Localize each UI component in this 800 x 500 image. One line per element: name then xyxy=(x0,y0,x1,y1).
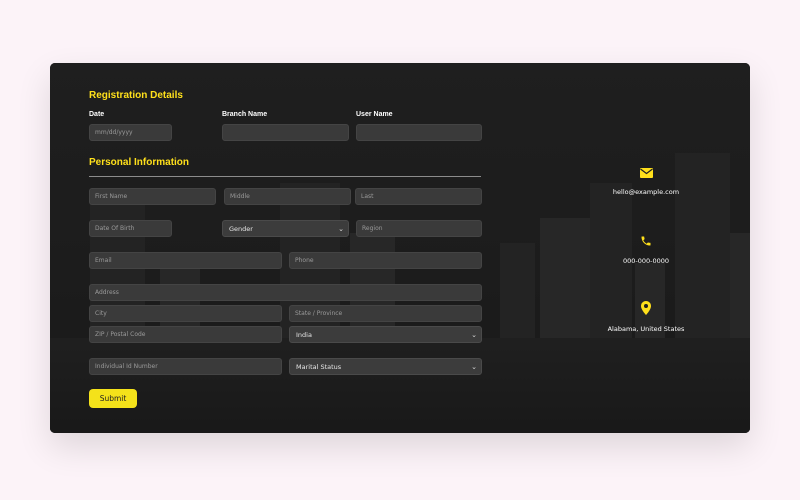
chevron-down-icon: ⌄ xyxy=(471,330,477,339)
user-name-label: User Name xyxy=(356,111,393,118)
marital-status-select[interactable]: Marital Status ⌄ xyxy=(289,358,482,375)
last-name-input[interactable]: Last xyxy=(355,188,482,205)
country-select[interactable]: India ⌄ xyxy=(289,326,482,343)
date-input[interactable]: mm/dd/yyyy xyxy=(89,124,172,141)
chevron-down-icon: ⌄ xyxy=(471,362,477,371)
address-input[interactable]: Address xyxy=(89,284,482,301)
phone-icon xyxy=(641,236,651,246)
gender-select[interactable]: Gender ⌄ xyxy=(222,220,349,237)
phone-input[interactable]: Phone xyxy=(289,252,482,269)
contact-email: hello@example.com xyxy=(596,168,696,196)
registration-heading: Registration Details xyxy=(89,90,183,101)
zip-input[interactable]: ZIP / Postal Code xyxy=(89,326,282,343)
envelope-icon xyxy=(639,168,653,178)
contact-location: Alabama, United States xyxy=(596,301,696,333)
contact-email-text: hello@example.com xyxy=(612,188,680,196)
location-pin-icon xyxy=(641,301,651,315)
branch-name-label: Branch Name xyxy=(222,111,268,118)
date-label: Date xyxy=(89,111,105,118)
registration-card: Registration Details Date Branch Name Us… xyxy=(50,63,750,433)
contact-location-text: Alabama, United States xyxy=(607,325,685,333)
middle-name-input[interactable]: Middle xyxy=(224,188,351,205)
individual-id-input[interactable]: Individual Id Number xyxy=(89,358,282,375)
user-name-input[interactable] xyxy=(356,124,482,141)
date-of-birth-input[interactable]: Date Of Birth xyxy=(89,220,172,237)
section-divider xyxy=(89,176,481,177)
personal-information-heading: Personal Information xyxy=(89,157,190,168)
chevron-down-icon: ⌄ xyxy=(338,224,344,233)
state-input[interactable]: State / Province xyxy=(289,305,482,322)
submit-button[interactable]: Submit xyxy=(89,389,137,408)
city-input[interactable]: City xyxy=(89,305,282,322)
contact-phone-text: 000-000-0000 xyxy=(622,257,670,265)
registration-form: Registration Details Date Branch Name Us… xyxy=(50,63,490,433)
region-input[interactable]: Region xyxy=(356,220,482,237)
branch-name-input[interactable] xyxy=(222,124,349,141)
email-input[interactable]: Email xyxy=(89,252,282,269)
contact-phone: 000-000-0000 xyxy=(596,235,696,265)
first-name-input[interactable]: First Name xyxy=(89,188,216,205)
